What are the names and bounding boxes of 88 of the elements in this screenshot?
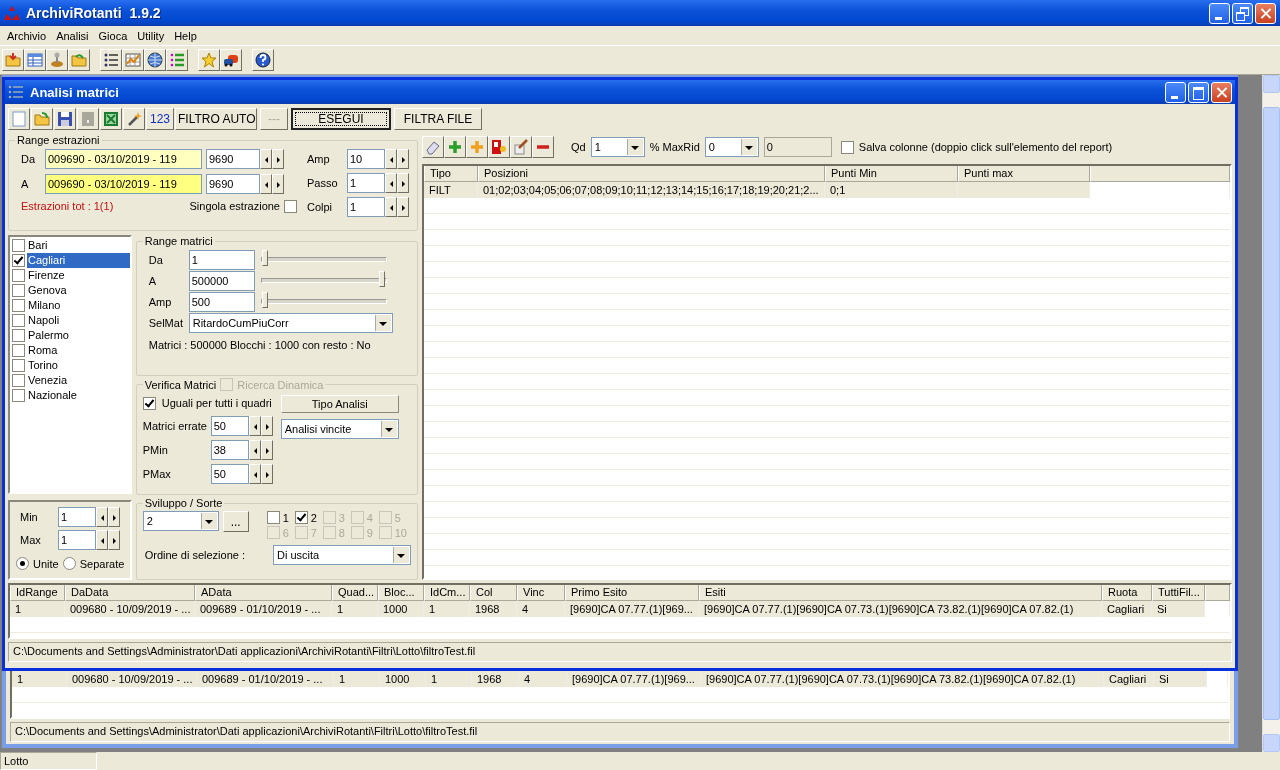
number-field[interactable]: 1	[58, 507, 96, 527]
toolbar-text-button[interactable]: ESEGUI	[291, 108, 391, 130]
city-item[interactable]: Firenze	[27, 268, 130, 283]
field-label: Da	[20, 152, 37, 165]
field-label: Da	[148, 253, 164, 266]
checkbox-label: 6	[282, 526, 289, 539]
field-label: % MaxRid	[649, 141, 700, 153]
date-field[interactable]: 009690 - 03/10/2019 - 119	[45, 148, 202, 169]
checkbox-label: 8	[338, 526, 345, 539]
order-dropdown[interactable]: Di uscita	[273, 545, 411, 565]
checkbox-label: 7	[310, 526, 317, 539]
number-field[interactable]: 1	[188, 249, 255, 270]
field-label: PMax	[142, 468, 172, 480]
maxrid-dropdown[interactable]: 0	[704, 137, 759, 157]
menu-item[interactable]: Gioca	[93, 28, 133, 43]
field-label: Amp	[307, 152, 331, 165]
city-item[interactable]: Cagliari	[27, 253, 130, 268]
checkbox-label: Uguali per tutti i quadri	[161, 397, 272, 409]
number-field[interactable]: 1	[347, 172, 385, 193]
menu-item[interactable]: Utility	[132, 28, 170, 43]
status-panel: Lotto	[0, 752, 97, 770]
city-item[interactable]: Genova	[27, 283, 130, 298]
city-item[interactable]: Torino	[27, 358, 130, 373]
number-field[interactable]: 500000	[188, 270, 255, 291]
field-label: SelMat	[148, 316, 184, 329]
number-field[interactable]: 500	[188, 291, 255, 312]
checkbox-label: Ricerca Dinamica	[237, 378, 324, 391]
qd-dropdown[interactable]: 1	[590, 137, 645, 157]
city-item[interactable]: Roma	[27, 343, 130, 358]
number-field[interactable]: 9690	[206, 173, 260, 194]
checkbox-label: Salva colonne (doppio click sull'elemento del report)	[858, 141, 1113, 153]
number-field[interactable]: 1	[347, 196, 385, 217]
city-item[interactable]: Palermo	[27, 328, 130, 343]
field-label: A	[20, 177, 30, 190]
menu-item[interactable]: Analisi	[51, 28, 94, 43]
city-item[interactable]: Milano	[27, 298, 130, 313]
checkbox-label: 3	[338, 511, 345, 524]
checkbox-label: 2	[310, 511, 317, 524]
number-field[interactable]: 1	[58, 530, 96, 550]
field-label: Min	[19, 511, 39, 523]
checkbox-label: Singola estrazione	[189, 200, 280, 212]
city-item[interactable]: Nazionale	[27, 388, 130, 403]
number-field[interactable]: 50	[210, 464, 249, 484]
toolbar-text-button[interactable]: FILTRO AUTO	[175, 108, 257, 130]
total-label: Estrazioni tot : 1(1)	[20, 200, 114, 212]
field-label: Qd	[571, 141, 586, 153]
more-button[interactable]: ...	[222, 511, 249, 532]
number-field[interactable]: 38	[210, 440, 249, 460]
file-path: C:\Documents and Settings\Administrator\Dati applicazioni\ArchiviRotanti\Filtri\Lotto\filtroTest.fil	[10, 722, 1230, 742]
field-label: Passo	[307, 176, 339, 189]
readonly-field: 0	[763, 137, 832, 157]
checkbox-label: 1	[282, 511, 289, 524]
menu-item[interactable]: Archivio	[2, 28, 52, 43]
date-field[interactable]: 009690 - 03/10/2019 - 119	[45, 173, 202, 194]
group-title: Range matrici	[143, 235, 214, 247]
field-label: A	[148, 274, 158, 287]
city-item[interactable]: Venezia	[27, 373, 130, 388]
selmat-dropdown[interactable]: RitardoCumPiuCorr	[188, 312, 393, 333]
radio-label: Unite	[33, 557, 59, 570]
file-path: C:\Documents and Settings\Administrator\Dati applicazioni\ArchiviRotanti\Filtri\Lotto\filtroTest.fil	[8, 642, 1232, 662]
sort-dropdown[interactable]: 2	[142, 511, 219, 531]
checkbox-label: 4	[366, 511, 373, 524]
analysis-type-dropdown[interactable]: Analisi vincite	[280, 419, 399, 439]
window-title: Analisi matrici	[30, 84, 119, 100]
section-header: Tipo Analisi	[280, 395, 399, 413]
number-field[interactable]: 9690	[206, 148, 260, 169]
checkbox-label: 9	[366, 526, 373, 539]
field-label: Amp	[148, 295, 173, 308]
number-field[interactable]: 10	[347, 148, 385, 169]
summary-text: Matrici : 500000 Blocchi : 1000 con resto : No	[147, 338, 372, 351]
number-button[interactable]: 123	[146, 108, 174, 130]
group-title: Range estrazioni	[16, 134, 101, 146]
number-field[interactable]: 50	[210, 416, 249, 436]
city-item[interactable]: Bari	[27, 238, 130, 253]
checkbox-label: 5	[394, 511, 401, 524]
field-label: PMin	[142, 444, 169, 456]
menu-item[interactable]: Help	[169, 28, 202, 43]
field-label: Max	[19, 534, 42, 546]
radio-label: Separate	[79, 557, 125, 570]
field-label: Ordine di selezione :	[144, 549, 245, 561]
toolbar-text-button[interactable]: FILTRA FILE	[394, 108, 482, 130]
group-title: Sviluppo / Sorte	[143, 497, 224, 509]
field-label: Matrici errate	[142, 420, 208, 432]
app-title: ArchiviRotanti 1.9.2	[26, 5, 161, 21]
checkbox-label: 10	[394, 526, 407, 539]
group-title: Verifica Matrici	[144, 378, 217, 391]
city-item[interactable]: Napoli	[27, 313, 130, 328]
field-label: Colpi	[307, 200, 334, 213]
